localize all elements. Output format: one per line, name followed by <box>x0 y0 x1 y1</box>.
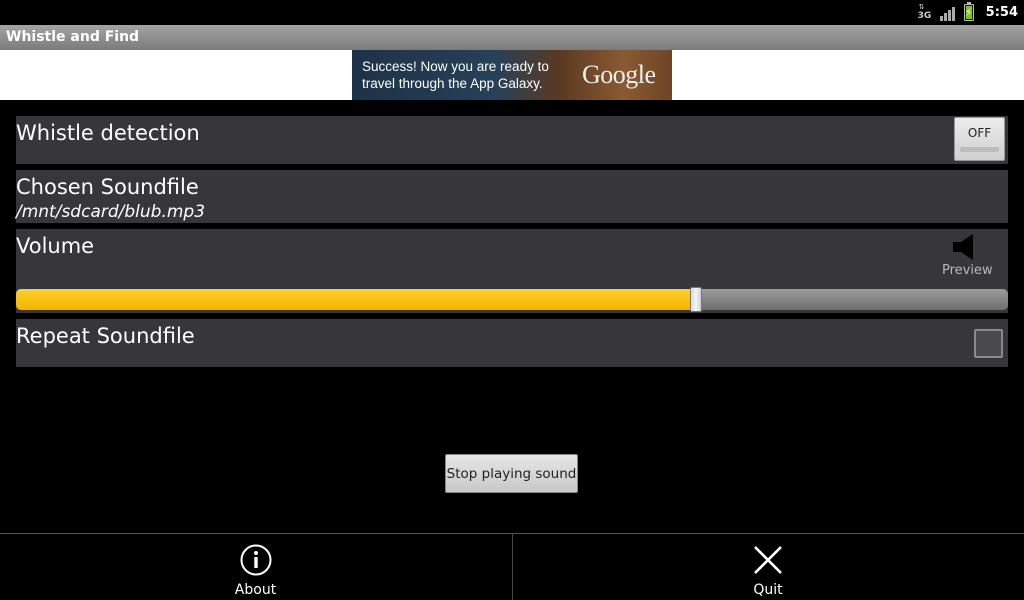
volume-row: Volume Preview <box>16 229 1008 313</box>
repeat-soundfile-checkbox[interactable] <box>974 329 1003 358</box>
menu-item-about[interactable]: About <box>0 534 511 600</box>
ad-text: Success! Now you are ready to travel thr… <box>362 58 549 92</box>
status-icons: ⇅ 3G ⚡ 5:54 <box>918 0 1018 25</box>
toggle-indicator-bar <box>960 147 999 152</box>
ad-banner[interactable]: Success! Now you are ready to travel thr… <box>352 50 672 100</box>
preview-label[interactable]: Preview <box>942 263 993 278</box>
repeat-soundfile-label: Repeat Soundfile <box>16 324 195 348</box>
volume-slider-thumb[interactable] <box>690 287 702 312</box>
menu-label-about: About <box>234 582 277 598</box>
speaker-icon[interactable] <box>951 232 981 262</box>
network-3g-icon: ⇅ 3G <box>917 2 932 21</box>
soundfile-path: /mnt/sdcard/blub.mp3 <box>16 202 206 222</box>
stop-playing-button[interactable]: Stop playing sound <box>445 454 578 493</box>
app-title-bar: Whistle and Find <box>0 25 1024 50</box>
volume-slider[interactable] <box>16 287 1008 312</box>
whistle-detection-row: Whistle detection OFF <box>16 116 1008 164</box>
menu-item-quit[interactable]: Quit <box>512 534 1023 600</box>
status-bar: ⇅ 3G ⚡ 5:54 <box>0 0 1024 25</box>
chosen-soundfile-label: Chosen Soundfile <box>16 175 199 199</box>
toggle-state-label: OFF <box>967 126 992 140</box>
google-logo: Google <box>582 60 656 89</box>
whistle-detection-label: Whistle detection <box>16 121 200 145</box>
volume-label: Volume <box>16 234 95 258</box>
whistle-detection-toggle[interactable]: OFF <box>954 117 1005 161</box>
status-clock: 5:54 <box>985 5 1018 20</box>
battery-charging-icon: ⚡ <box>963 2 974 21</box>
menu-label-quit: Quit <box>753 582 783 598</box>
info-icon <box>240 544 271 576</box>
bottom-menu: About Quit <box>0 533 1024 600</box>
close-icon <box>754 546 782 574</box>
signal-strength-icon <box>939 5 956 21</box>
volume-slider-fill <box>16 289 696 310</box>
repeat-soundfile-row: Repeat Soundfile <box>16 319 1008 367</box>
chosen-soundfile-row[interactable]: Chosen Soundfile /mnt/sdcard/blub.mp3 <box>16 170 1008 223</box>
ad-text-line2: travel through the App Galaxy. <box>362 76 543 91</box>
ad-text-line1: Success! Now you are ready to <box>362 59 549 74</box>
ad-area: Success! Now you are ready to travel thr… <box>0 50 1024 100</box>
network-label: 3G <box>917 10 932 21</box>
app-title: Whistle and Find <box>6 29 140 45</box>
